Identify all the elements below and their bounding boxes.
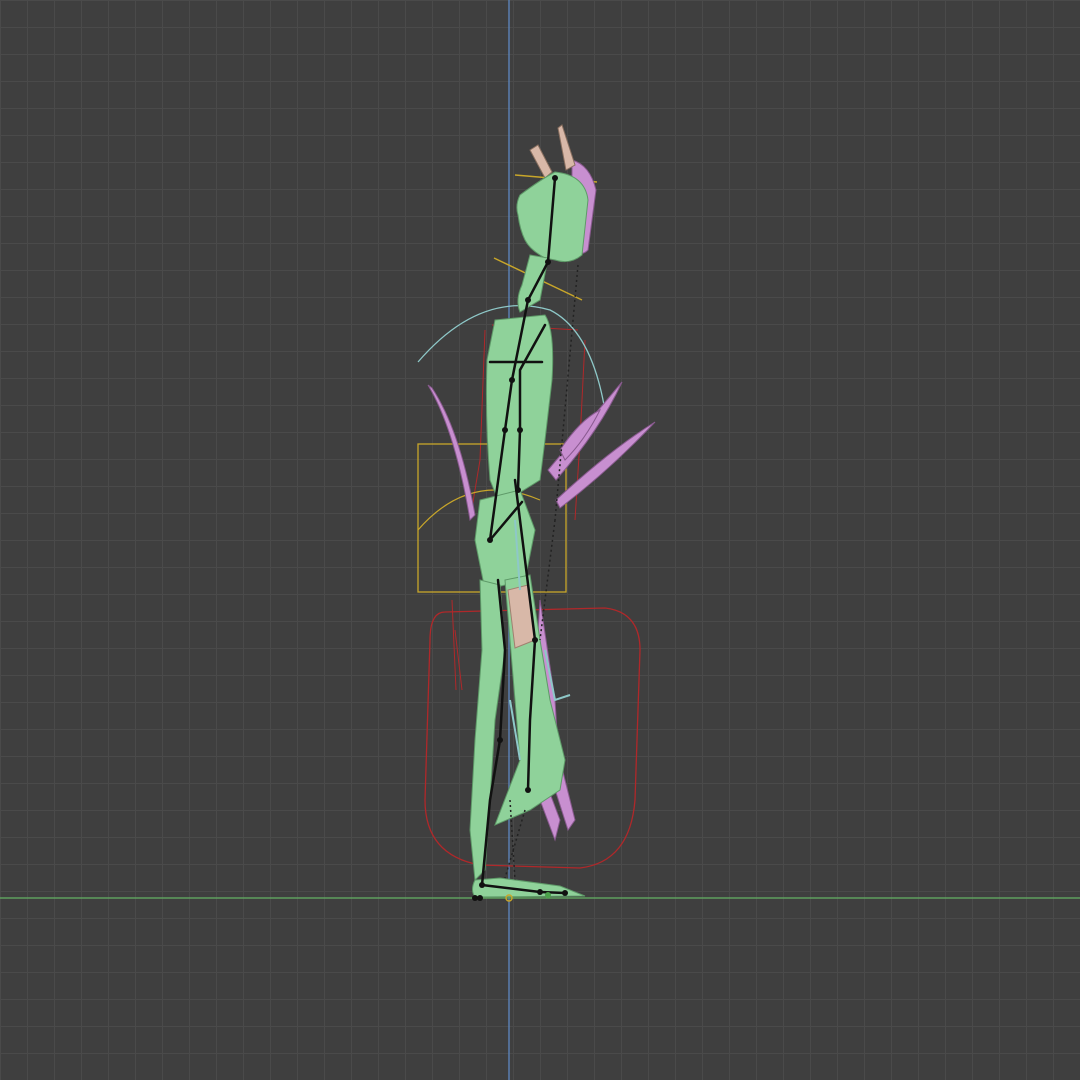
- horn-front: [529, 144, 553, 179]
- horn-back: [557, 124, 576, 171]
- root-control-inner: [451, 599, 463, 691]
- foot-control[interactable]: [545, 892, 551, 898]
- 3d-viewport[interactable]: [0, 0, 1080, 1080]
- scene-overlay[interactable]: [0, 0, 1080, 1080]
